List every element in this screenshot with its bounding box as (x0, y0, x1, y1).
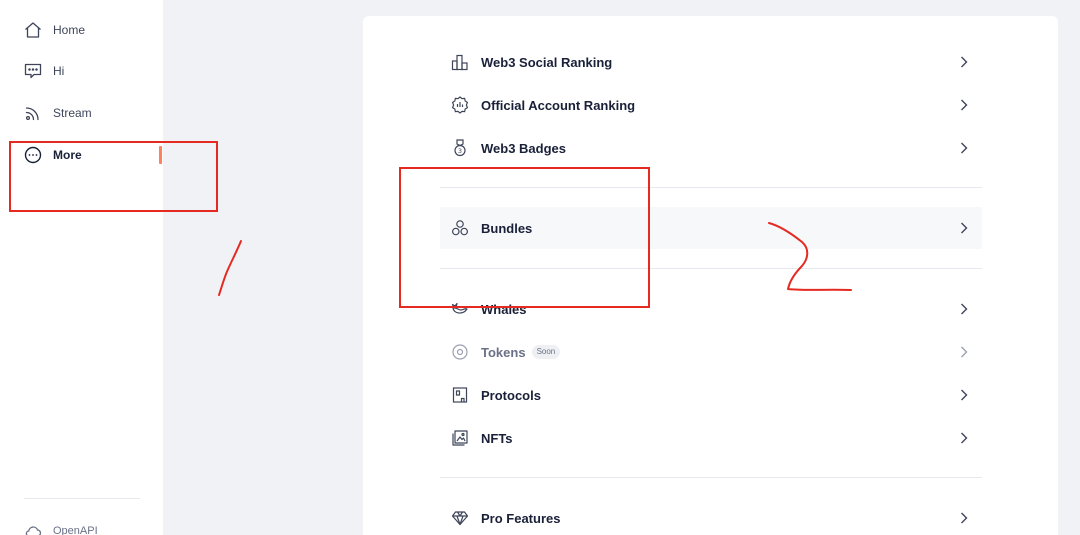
chevron-right-icon (961, 512, 968, 524)
chevron-right-icon (961, 56, 968, 68)
sidebar: Home Hi Stream More OpenAPI (0, 0, 163, 535)
menu-item-official-account-ranking[interactable]: Official Account Ranking (440, 84, 982, 126)
home-icon (25, 22, 41, 38)
annotation-step-1-mark (218, 240, 242, 296)
chevron-right-icon (961, 389, 968, 401)
soon-badge: Soon (531, 345, 561, 359)
whale-icon (451, 302, 468, 314)
diamond-icon (451, 511, 469, 526)
menu-item-web3-social-ranking[interactable]: Web3 Social Ranking (440, 41, 982, 83)
rss-icon (25, 107, 39, 121)
menu-divider (440, 187, 982, 188)
ranking-icon (451, 54, 468, 71)
menu-item-protocols[interactable]: Protocols (440, 374, 982, 416)
menu-item-label: Bundles (481, 220, 533, 236)
sidebar-item-home[interactable]: Home (24, 18, 85, 42)
menu-item-label: Whales (481, 301, 527, 317)
menu-item-label: Tokens (481, 344, 526, 360)
menu-divider (440, 268, 982, 269)
sidebar-item-label: Stream (53, 106, 92, 120)
sidebar-item-label: OpenAPI (53, 525, 98, 535)
menu-item-web3-badges[interactable]: 3 Web3 Badges (440, 127, 982, 169)
sidebar-item-label: More (53, 148, 82, 162)
chat-icon (24, 63, 42, 79)
cloud-icon (25, 526, 42, 535)
token-icon (452, 344, 468, 360)
medal-icon: 3 (454, 139, 466, 157)
menu-item-whales[interactable]: Whales (440, 288, 982, 330)
sidebar-item-label: Hi (53, 64, 65, 78)
menu-divider (440, 477, 982, 478)
menu-item-bundles[interactable]: Bundles (440, 207, 982, 249)
chevron-right-icon (961, 346, 968, 358)
menu-item-label: Pro Features (481, 510, 561, 526)
menu-item-label: Web3 Social Ranking (481, 54, 613, 70)
more-menu-card: Web3 Social Ranking Official Account Ran… (363, 16, 1058, 535)
active-indicator (159, 146, 162, 164)
sidebar-item-hi[interactable]: Hi (24, 59, 64, 83)
menu-item-nfts[interactable]: NFTs (440, 417, 982, 459)
sidebar-divider (24, 498, 140, 499)
menu-item-label: NFTs (481, 430, 513, 446)
bundles-icon (452, 220, 469, 236)
menu-item-label: Protocols (481, 387, 541, 403)
more-icon (24, 146, 42, 164)
chevron-right-icon (961, 142, 968, 154)
menu-item-label: Official Account Ranking (481, 97, 636, 113)
chevron-right-icon (961, 222, 968, 234)
menu-item-tokens[interactable]: Tokens Soon (440, 331, 982, 373)
sidebar-item-label: Home (53, 23, 86, 37)
menu-item-pro-features[interactable]: Pro Features (440, 497, 982, 535)
official-badge-icon (451, 96, 469, 114)
sidebar-item-more[interactable]: More (24, 143, 82, 167)
chevron-right-icon (961, 303, 968, 315)
chevron-right-icon (961, 99, 968, 111)
menu-item-label: Web3 Badges (481, 140, 567, 156)
nft-icon (452, 430, 468, 446)
chevron-right-icon (961, 432, 968, 444)
protocol-icon (452, 387, 468, 403)
sidebar-item-openapi[interactable]: OpenAPI (24, 519, 98, 535)
sidebar-item-stream[interactable]: Stream (24, 101, 92, 125)
svg-text:3: 3 (458, 147, 462, 155)
